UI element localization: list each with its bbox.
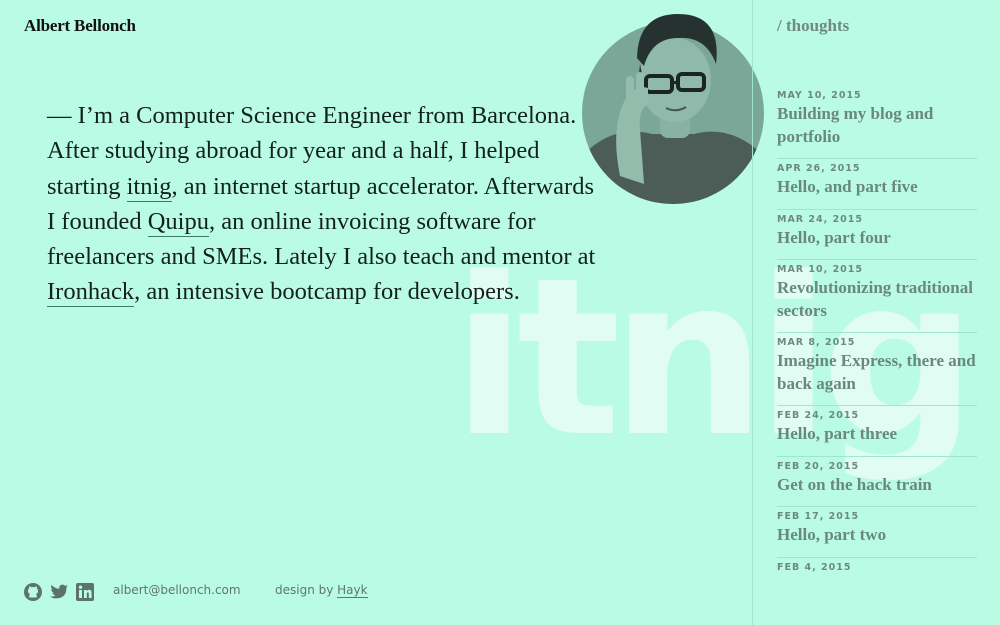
sidebar-title[interactable]: / thoughts — [777, 16, 849, 36]
post-date: MAR 8, 2015 — [777, 337, 856, 348]
post-title-link[interactable]: Hello, part three — [777, 423, 977, 446]
post-item: APR 26, 2015 Hello, and part five — [777, 159, 977, 210]
itnig-link[interactable]: itnig — [126, 172, 172, 202]
site-name[interactable]: Albert Bellonch — [24, 16, 136, 36]
post-title-link[interactable]: Imagine Express, there and back again — [777, 350, 977, 395]
github-icon[interactable] — [23, 582, 43, 602]
post-title-link[interactable]: Revolutionizing traditional sectors — [777, 277, 977, 322]
avatar-photo — [582, 6, 764, 204]
post-date: MAR 24, 2015 — [777, 213, 864, 225]
design-credit: design by Hayk — [275, 583, 368, 598]
credit-prefix: design by — [275, 583, 338, 597]
bio-paragraph: — I’m a Computer Science Engineer from B… — [47, 98, 607, 310]
post-date: MAR 10, 2015 — [777, 264, 864, 275]
quipu-link[interactable]: Quipu — [147, 207, 209, 237]
ironhack-link[interactable]: Ironhack — [47, 278, 135, 308]
post-date: FEB 4, 2015 — [777, 561, 852, 573]
post-date: APR 26, 2015 — [777, 163, 861, 174]
post-item: FEB 17, 2015 Hello, part two — [777, 507, 977, 558]
post-title-link[interactable]: Hello, and part five — [777, 176, 977, 199]
bio-text-4: , an intensive bootcamp for developers. — [134, 278, 520, 306]
post-item: FEB 4, 2015 — [777, 558, 977, 585]
email-link[interactable]: albert@bellonch.com — [113, 583, 241, 597]
post-item: FEB 24, 2015 Hello, part three — [777, 406, 977, 457]
post-date: FEB 20, 2015 — [777, 460, 860, 472]
post-item: FEB 20, 2015 Get on the hack train — [777, 457, 977, 507]
twitter-icon[interactable] — [49, 582, 69, 602]
post-item: MAR 10, 2015 Revolutionizing traditional… — [777, 260, 977, 333]
post-title-link[interactable]: Hello, part four — [777, 227, 977, 250]
post-date: FEB 17, 2015 — [777, 511, 860, 522]
post-title-link[interactable]: Hello, part two — [777, 524, 977, 547]
post-item: MAR 24, 2015 Hello, part four — [777, 210, 977, 260]
post-item: MAR 8, 2015 Imagine Express, there and b… — [777, 333, 977, 406]
post-title-link[interactable]: Building my blog and portfolio — [777, 103, 977, 148]
linkedin-icon[interactable] — [75, 582, 95, 602]
thoughts-sidebar: / thoughts MAY 10, 2015 Building my blog… — [752, 0, 1000, 625]
post-date: MAY 10, 2015 — [777, 90, 862, 101]
post-list: MAY 10, 2015 Building my blog and portfo… — [777, 86, 977, 585]
designer-link[interactable]: Hayk — [337, 583, 368, 598]
post-date: FEB 24, 2015 — [777, 410, 860, 421]
post-title-link[interactable]: Get on the hack train — [777, 474, 977, 497]
post-item: MAY 10, 2015 Building my blog and portfo… — [777, 86, 977, 159]
